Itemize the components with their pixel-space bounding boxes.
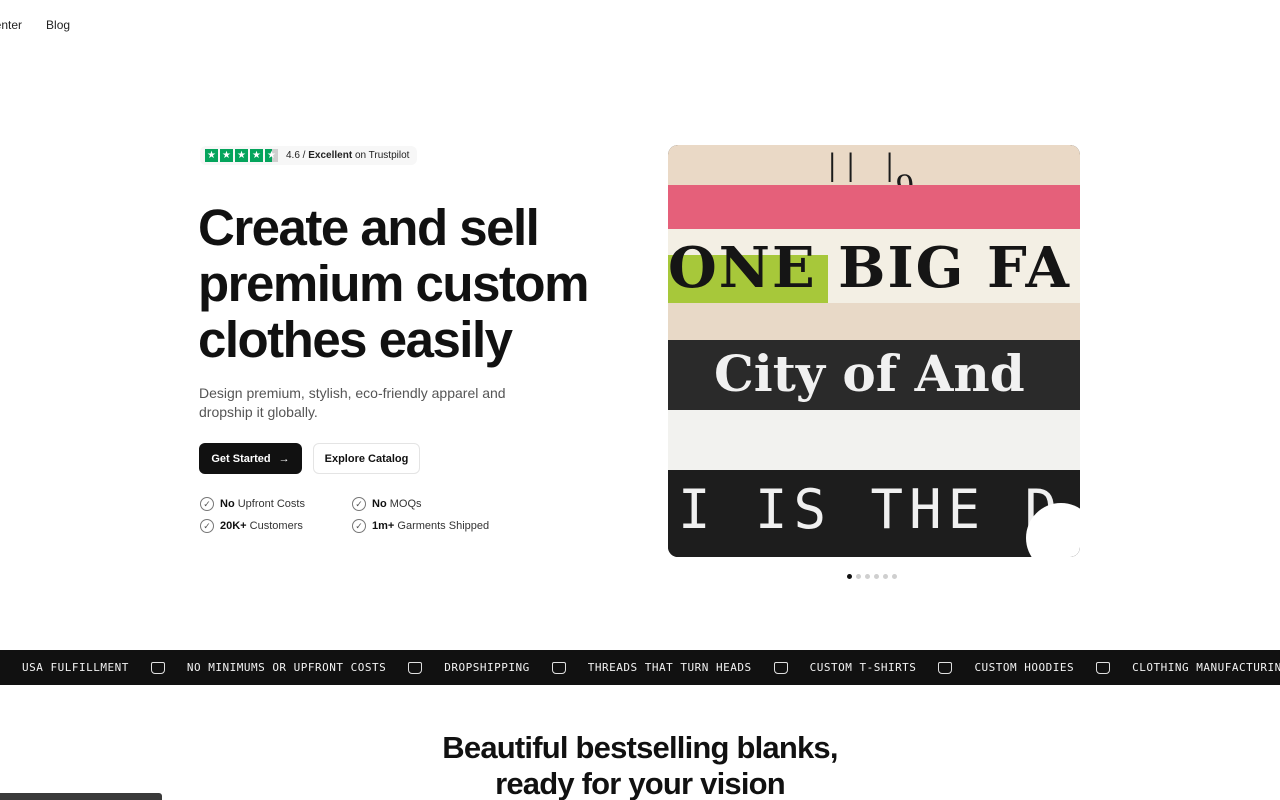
carousel-dot[interactable] <box>865 574 870 579</box>
carousel-dot[interactable] <box>874 574 879 579</box>
marquee-item: DROPSHIPPING <box>444 661 530 674</box>
hero-subtitle-line: dropship it globally. <box>199 404 318 420</box>
marquee-item: NO MINIMUMS OR UPFRONT COSTS <box>186 661 387 674</box>
feature-item: ✓ No Upfront Costs <box>200 496 352 512</box>
marquee-item: CLOTHING MANUFACTURING <box>1132 661 1280 674</box>
arrow-right-icon: → <box>278 452 290 465</box>
marquee-track: USA FULFILLMENT NO MINIMUMS OR UPFRONT C… <box>0 661 1280 674</box>
star-icon: ★ <box>235 149 248 162</box>
shirt-layer: I IS THE D <box>668 470 1080 557</box>
hero-title-line: clothes easily <box>198 311 513 368</box>
feature-label: Garments Shipped <box>397 520 490 532</box>
feature-text: 20K+ Customers <box>220 520 303 532</box>
feature-item: ✓ No MOQs <box>352 496 512 512</box>
shirt-layer: ǀǀ ǀ 9 <box>668 145 1080 187</box>
section-title-line: ready for your vision <box>495 766 786 800</box>
hero-subtitle-line: Design premium, stylish, eco-friendly ap… <box>199 385 506 401</box>
star-icon: ★ <box>220 149 233 162</box>
get-started-button[interactable]: Get Started → <box>199 443 302 474</box>
shirt-layer: City of And <box>668 340 1080 412</box>
rating-suffix: on Trustpilot <box>354 150 410 161</box>
feature-marquee: USA FULFILLMENT NO MINIMUMS OR UPFRONT C… <box>0 650 1280 685</box>
marquee-item: CUSTOM T-SHIRTS <box>809 661 917 674</box>
shirt-print-text: City of And <box>714 344 1025 403</box>
marquee-item: THREADS THAT TURN HEADS <box>587 661 752 674</box>
tshirt-icon <box>551 661 566 674</box>
page: Center Blog ★ ★ ★ ★ ★ 4.6 / Excellent on… <box>0 0 1280 800</box>
top-nav: Center Blog <box>0 18 70 32</box>
tshirt-icon <box>408 661 423 674</box>
shirt-layer <box>668 410 1080 472</box>
shirt-print-text: ONE BIG FA <box>668 235 1071 301</box>
rating-score: 4.6 / <box>286 150 306 161</box>
rating-label: Excellent <box>308 150 353 161</box>
star-icon: ★ <box>250 149 263 162</box>
nav-link-blog[interactable]: Blog <box>46 18 70 32</box>
shirt-layer <box>668 303 1080 341</box>
shirt-print-text: I IS THE D <box>678 478 1064 541</box>
feature-bold: 1m+ <box>372 520 395 532</box>
hero-title-line: premium custom <box>198 255 589 312</box>
marquee-item: CUSTOM HOODIES <box>974 661 1075 674</box>
check-circle-icon: ✓ <box>352 497 366 511</box>
shirt-print-digit: 9 <box>896 166 914 187</box>
carousel-dot[interactable] <box>847 574 852 579</box>
shirt-print-marks: ǀǀ ǀ <box>828 146 904 187</box>
half-star-icon: ★ <box>265 149 278 162</box>
check-circle-icon: ✓ <box>200 519 214 533</box>
tshirt-icon <box>150 661 165 674</box>
carousel-dot[interactable] <box>856 574 861 579</box>
feature-text: 1m+ Garments Shipped <box>372 520 489 532</box>
section-title: Beautiful bestselling blanks, ready for … <box>0 730 1280 800</box>
nav-link-center[interactable]: Center <box>0 18 22 32</box>
feature-list: ✓ No Upfront Costs ✓ No MOQs ✓ 20K+ Cust… <box>200 496 520 534</box>
section-title-line: Beautiful bestselling blanks, <box>442 730 838 765</box>
hero-title-line: Create and sell <box>198 199 540 256</box>
check-circle-icon: ✓ <box>200 497 214 511</box>
carousel-dot[interactable] <box>883 574 888 579</box>
feature-label: Customers <box>249 520 303 532</box>
marquee-item: USA FULFILLMENT <box>22 661 129 674</box>
carousel-dot[interactable] <box>892 574 897 579</box>
hero-image-folded-shirts: ǀǀ ǀ 9 ONE BIG FA City of And I IS THE D <box>668 145 1080 557</box>
check-circle-icon: ✓ <box>352 519 366 533</box>
rating-text: 4.6 / Excellent on Trustpilot <box>286 150 409 161</box>
trustpilot-rating[interactable]: ★ ★ ★ ★ ★ 4.6 / Excellent on Trustpilot <box>200 146 418 165</box>
feature-text: No Upfront Costs <box>220 498 305 510</box>
tshirt-icon <box>938 661 953 674</box>
feature-text: No MOQs <box>372 498 422 510</box>
feature-item: ✓ 1m+ Garments Shipped <box>352 518 512 534</box>
feature-bold: 20K+ <box>220 520 247 532</box>
feature-bold: No <box>372 498 387 510</box>
get-started-label: Get Started <box>211 452 271 465</box>
star-icon: ★ <box>205 149 218 162</box>
feature-label: Upfront Costs <box>237 498 305 510</box>
feature-label: MOQs <box>389 498 422 510</box>
shirt-layer <box>668 185 1080 230</box>
feature-item: ✓ 20K+ Customers <box>200 518 352 534</box>
tshirt-icon <box>773 661 788 674</box>
tshirt-icon <box>1096 661 1111 674</box>
hero-subtitle: Design premium, stylish, eco-friendly ap… <box>199 384 559 422</box>
rating-stars: ★ ★ ★ ★ ★ <box>205 149 278 162</box>
shirt-layer: ONE BIG FA <box>668 229 1080 305</box>
bottom-status-strip <box>0 793 162 800</box>
hero-title: Create and sell premium custom clothes e… <box>198 200 658 368</box>
feature-bold: No <box>220 498 235 510</box>
explore-catalog-button[interactable]: Explore Catalog <box>313 443 420 474</box>
carousel-dots <box>847 574 897 579</box>
